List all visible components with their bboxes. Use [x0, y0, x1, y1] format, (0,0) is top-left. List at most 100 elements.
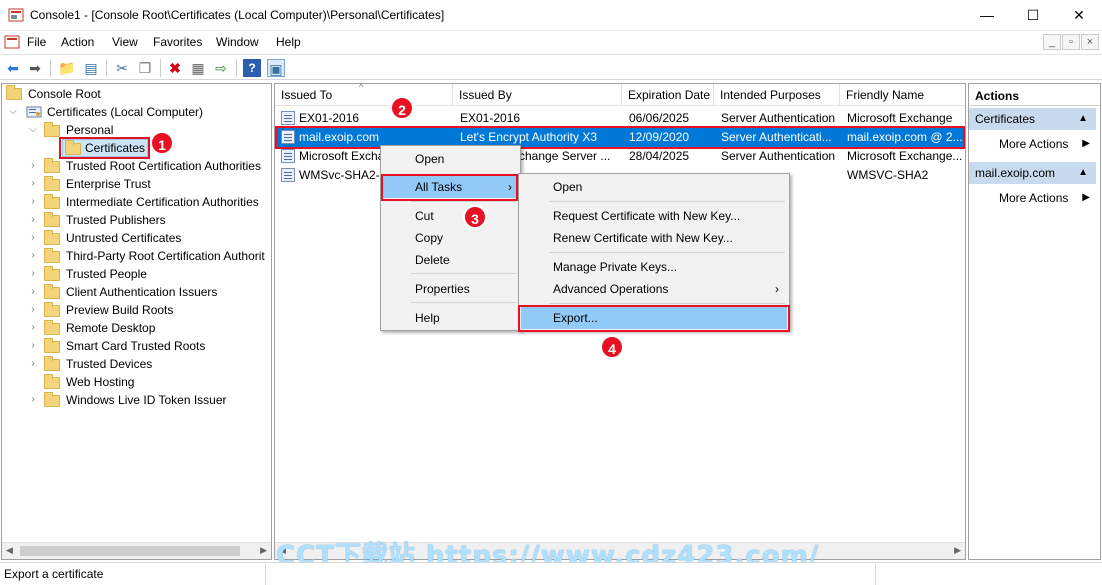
collapse-up-icon[interactable]: ▲	[1078, 162, 1088, 184]
more-actions-mail-exoip[interactable]: More Actions ▶	[969, 187, 1096, 209]
status-cell	[266, 564, 876, 585]
expanded-chevron-icon[interactable]: ⌵	[8, 103, 18, 121]
column-header-purposes[interactable]: Intended Purposes	[714, 84, 840, 106]
back-icon[interactable]: ⬅	[4, 59, 22, 77]
annotation-box-1	[59, 137, 150, 159]
scroll-right-icon[interactable]: ▶	[260, 545, 267, 556]
collapsed-chevron-icon[interactable]: ›	[28, 301, 38, 319]
certificate-icon	[281, 111, 295, 125]
tree-label: Remote Desktop	[66, 321, 156, 335]
tree-label: Smart Card Trusted Roots	[66, 339, 206, 353]
collapsed-chevron-icon[interactable]: ›	[28, 283, 38, 301]
sort-ascending-icon: ^	[359, 82, 364, 92]
tree-store-item[interactable]: › Third-Party Root Certification Authorit	[6, 247, 268, 265]
collapsed-chevron-icon[interactable]: ›	[28, 229, 38, 247]
mdi-minimize-button[interactable]: _	[1043, 34, 1061, 50]
tree-label: Enterprise Trust	[66, 177, 151, 191]
mdi-close-button[interactable]: ×	[1081, 34, 1099, 50]
maximize-button[interactable]: ☐	[1010, 0, 1056, 31]
help-icon[interactable]: ?	[243, 59, 261, 77]
actions-pane: Actions Certificates ▲ More Actions ▶ ma…	[968, 83, 1101, 560]
menu-item-open[interactable]: Open	[383, 148, 518, 170]
menu-separator	[411, 201, 516, 202]
submenu-item-manage-private-keys[interactable]: Manage Private Keys...	[521, 256, 787, 278]
collapse-up-icon[interactable]: ▲	[1078, 108, 1088, 130]
collapsed-chevron-icon[interactable]: ›	[28, 193, 38, 211]
collapsed-chevron-icon[interactable]: ›	[28, 247, 38, 265]
mdi-restore-button[interactable]: ▫	[1062, 34, 1080, 50]
tree-horizontal-scrollbar[interactable]: ◀ ▶	[2, 542, 271, 559]
actions-title: Actions	[969, 86, 1100, 106]
menu-action[interactable]: Action	[61, 35, 94, 49]
column-label: Friendly Name	[846, 88, 925, 102]
table-row[interactable]: Microsoft Excha xchange Server ... 28/04…	[275, 147, 963, 166]
certificate-snapin-icon	[26, 106, 42, 118]
column-label: Expiration Date	[628, 88, 711, 102]
column-header-friendly-name[interactable]: Friendly Name	[840, 84, 965, 106]
menu-file[interactable]: File	[27, 35, 46, 49]
column-label: Intended Purposes	[720, 88, 821, 102]
submenu-item-renew-certificate[interactable]: Renew Certificate with New Key...	[521, 227, 787, 249]
delete-icon[interactable]: ✖	[166, 59, 184, 77]
copy-icon[interactable]: ❐	[136, 59, 154, 77]
menu-separator	[549, 303, 785, 304]
show-hide-tree-icon[interactable]: ▤	[82, 59, 100, 77]
menu-separator	[549, 201, 785, 202]
step-badge-1: 1	[150, 131, 174, 155]
properties-icon[interactable]: ▦	[189, 59, 207, 77]
column-header-issued-to[interactable]: Issued To ^	[275, 82, 453, 106]
status-text: Export a certificate	[0, 564, 266, 585]
close-button[interactable]: ✕	[1056, 0, 1102, 31]
up-folder-icon[interactable]: 📁	[58, 59, 76, 77]
tree-label: Web Hosting	[66, 375, 135, 389]
menu-view[interactable]: View	[112, 35, 138, 49]
collapsed-chevron-icon[interactable]: ›	[28, 355, 38, 373]
actions-section-mail-exoip[interactable]: mail.exoip.com ▲	[969, 162, 1096, 184]
submenu-item-advanced-operations[interactable]: Advanced Operations ›	[521, 278, 787, 300]
submenu-item-open[interactable]: Open	[521, 176, 787, 198]
folder-icon	[44, 158, 60, 173]
scrollbar-thumb[interactable]	[20, 546, 240, 556]
folder-icon	[44, 122, 60, 137]
submenu-item-request-certificate[interactable]: Request Certificate with New Key...	[521, 205, 787, 227]
column-header-expiration[interactable]: Expiration Date	[622, 84, 714, 106]
minimize-button[interactable]: —	[964, 0, 1010, 31]
annotation-box-3	[381, 174, 518, 201]
folder-icon	[44, 266, 60, 281]
certificate-icon	[281, 168, 295, 182]
collapsed-chevron-icon[interactable]: ›	[28, 265, 38, 283]
collapsed-chevron-icon[interactable]: ›	[28, 337, 38, 355]
collapsed-chevron-icon[interactable]: ›	[28, 319, 38, 337]
forward-icon[interactable]: ➡	[26, 59, 44, 77]
menu-window[interactable]: Window	[216, 35, 259, 49]
expanded-chevron-icon[interactable]: ⌵	[28, 121, 38, 139]
cut-icon[interactable]: ✂	[113, 59, 131, 77]
collapsed-chevron-icon[interactable]: ›	[28, 157, 38, 175]
list-header: Issued To ^ Issued By Expiration Date Int…	[275, 82, 965, 106]
menu-help[interactable]: Help	[276, 35, 301, 49]
menu-item-delete[interactable]: Delete	[383, 249, 518, 271]
column-header-issued-by[interactable]: Issued By	[453, 84, 622, 106]
cell-friendly-name: WMSVC-SHA2	[847, 168, 929, 182]
cell-expiration: 28/04/2025	[629, 149, 690, 163]
menu-item-cut[interactable]: Cut	[383, 205, 518, 227]
menu-item-properties[interactable]: Properties	[383, 278, 518, 300]
collapsed-chevron-icon[interactable]: ›	[28, 175, 38, 193]
folder-icon	[44, 284, 60, 299]
menu-label: Advanced Operations	[553, 282, 669, 296]
menu-item-copy[interactable]: Copy	[383, 227, 518, 249]
tree-label: Intermediate Certification Authorities	[66, 195, 259, 209]
collapsed-chevron-icon[interactable]: ›	[28, 391, 38, 409]
menu-favorites[interactable]: Favorites	[153, 35, 202, 49]
scroll-left-icon[interactable]: ◀	[6, 545, 13, 556]
step-badge-2: 2	[390, 96, 414, 120]
collapsed-chevron-icon[interactable]: ›	[28, 211, 38, 229]
scroll-right-icon[interactable]: ▶	[954, 545, 961, 556]
console-menu-icon[interactable]	[4, 34, 20, 50]
actions-section-certificates[interactable]: Certificates ▲	[969, 108, 1096, 130]
show-action-pane-icon[interactable]: ▣	[267, 59, 285, 77]
section-label: mail.exoip.com	[975, 166, 1056, 180]
more-actions-certificates[interactable]: More Actions ▶	[969, 133, 1096, 155]
menu-item-help[interactable]: Help	[383, 307, 518, 329]
export-list-icon[interactable]: ⇨	[212, 59, 230, 77]
